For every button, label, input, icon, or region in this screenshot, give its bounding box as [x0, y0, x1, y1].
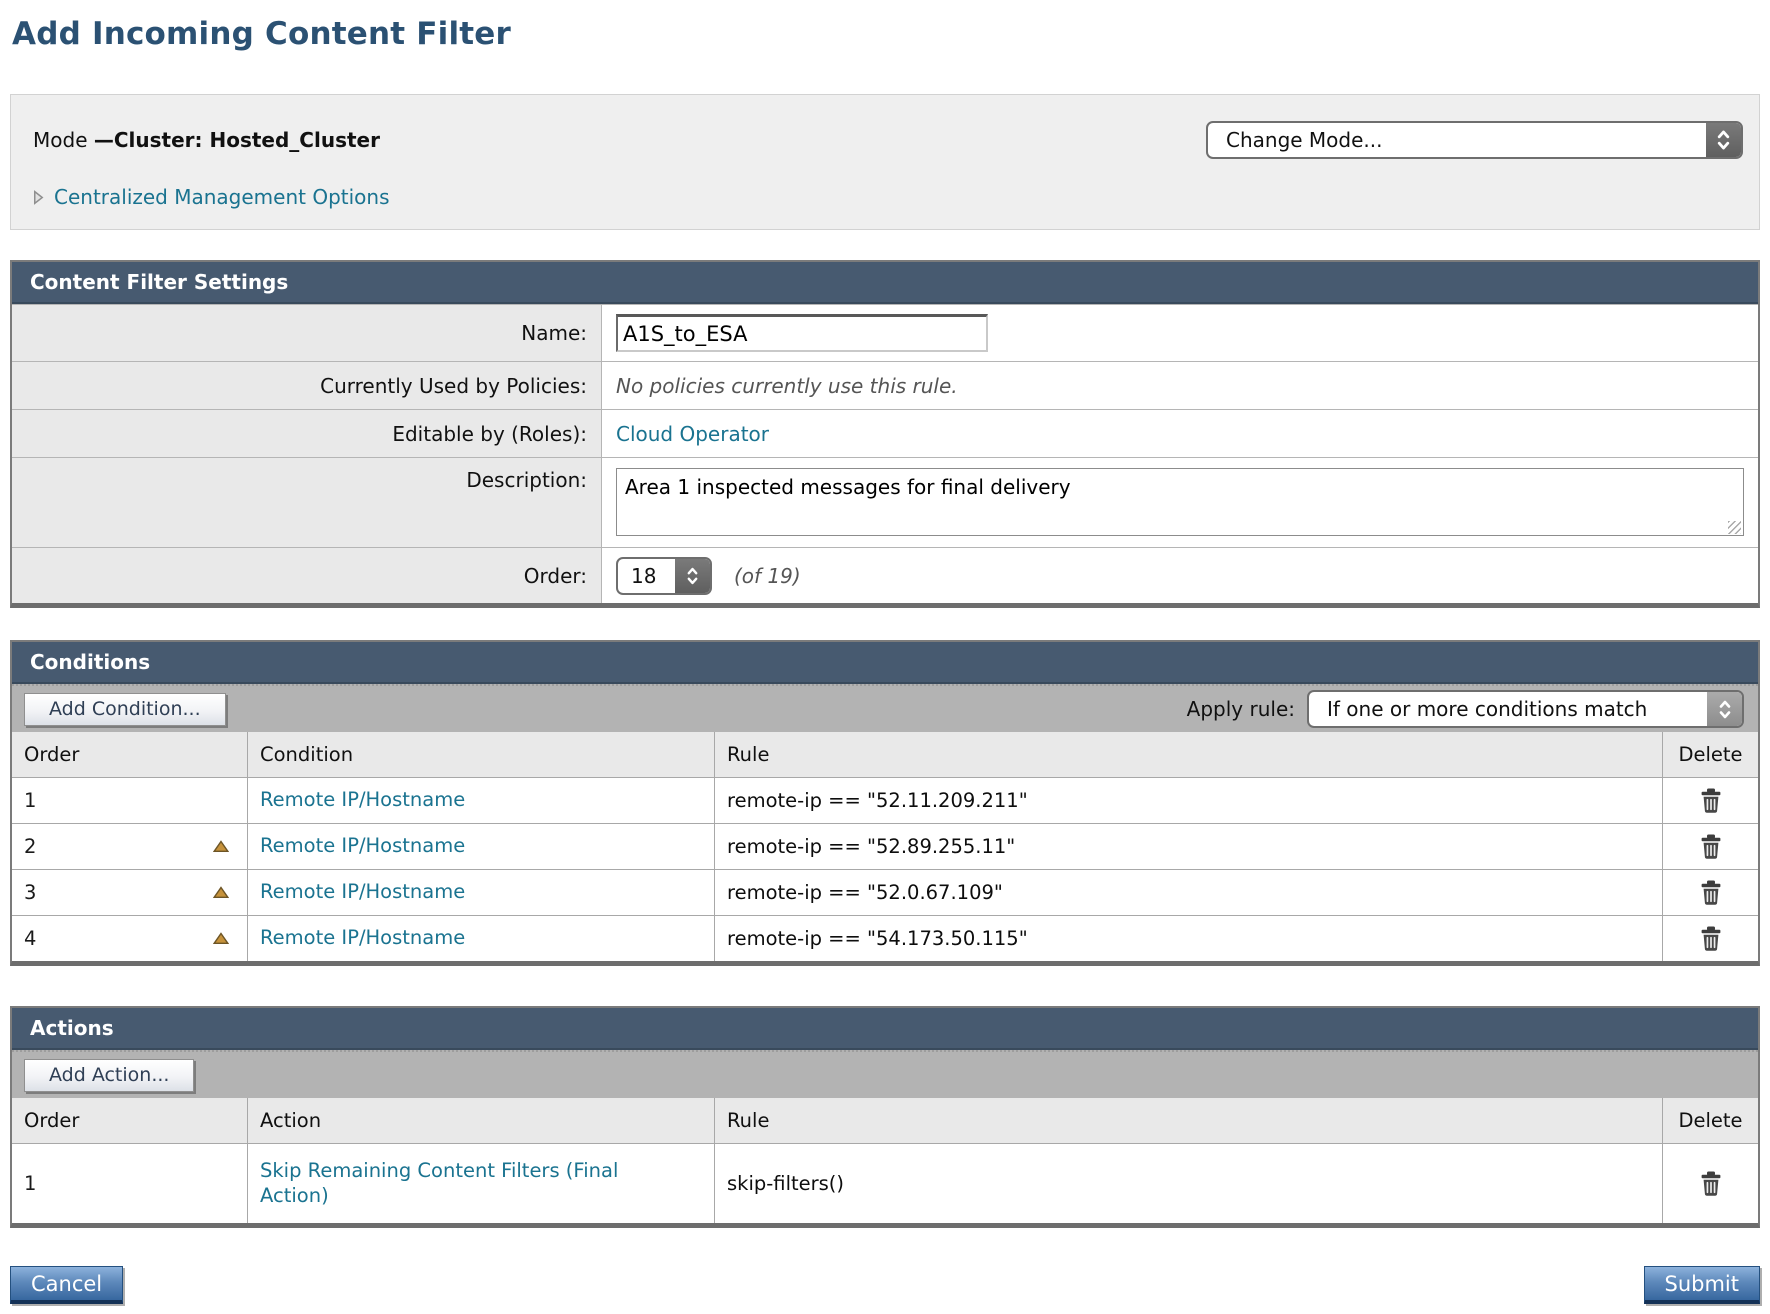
condition-order: 2: [24, 835, 36, 858]
actions-toolbar: Add Action...: [12, 1050, 1758, 1098]
trash-icon[interactable]: [1699, 833, 1723, 860]
mode-text: Mode —Cluster: Hosted_Cluster: [33, 128, 380, 152]
mode-box: Mode —Cluster: Hosted_Cluster Change Mod…: [10, 94, 1760, 230]
editable-label: Editable by (Roles):: [12, 410, 602, 457]
conditions-panel: Conditions Add Condition... Apply rule: …: [10, 640, 1760, 966]
col-order: Order: [12, 1098, 247, 1143]
condition-link[interactable]: Remote IP/Hostname: [260, 834, 465, 858]
trash-icon[interactable]: [1699, 925, 1723, 952]
col-action: Action: [247, 1098, 714, 1143]
condition-rule: remote-ip == "52.0.67.109": [727, 881, 1003, 904]
description-textarea[interactable]: Area 1 inspected messages for final deli…: [616, 468, 1744, 536]
action-row: 1 Skip Remaining Content Filters (Final …: [12, 1143, 1758, 1223]
col-condition: Condition: [247, 732, 714, 777]
condition-rule: remote-ip == "52.11.209.211": [727, 789, 1028, 812]
move-up-icon[interactable]: [213, 840, 229, 853]
policies-value: No policies currently use this rule.: [616, 374, 958, 398]
name-label: Name:: [12, 305, 602, 361]
condition-row: 2 Remote IP/Hostname remote-ip == "52.89…: [12, 823, 1758, 869]
col-delete: Delete: [1662, 732, 1758, 777]
actions-header: Actions: [12, 1008, 1758, 1050]
order-select[interactable]: 18: [616, 557, 712, 595]
footer-bar: Cancel Submit: [10, 1266, 1760, 1304]
select-stepper-icon: [1707, 692, 1742, 726]
conditions-table-header: Order Condition Rule Delete: [12, 732, 1758, 777]
policies-label: Currently Used by Policies:: [12, 362, 602, 409]
actions-panel: Actions Add Action... Order Action Rule …: [10, 1006, 1760, 1228]
action-rule: skip-filters(): [727, 1172, 844, 1195]
apply-rule-select[interactable]: If one or more conditions match: [1307, 690, 1744, 728]
actions-table: Order Action Rule Delete 1 Skip Remainin…: [12, 1098, 1758, 1223]
cloud-operator-link[interactable]: Cloud Operator: [616, 422, 769, 446]
select-stepper-icon: [675, 559, 710, 593]
conditions-table: Order Condition Rule Delete 1 Remote IP/…: [12, 732, 1758, 961]
select-stepper-icon: [1706, 123, 1741, 157]
disclosure-triangle-icon[interactable]: [33, 190, 44, 205]
add-action-button[interactable]: Add Action...: [24, 1059, 194, 1092]
order-of-note: (of 19): [734, 564, 801, 588]
condition-rule: remote-ip == "54.173.50.115": [727, 927, 1028, 950]
condition-link[interactable]: Remote IP/Hostname: [260, 880, 465, 904]
action-link[interactable]: Skip Remaining Content Filters (Final Ac…: [260, 1159, 684, 1208]
page-title: Add Incoming Content Filter: [12, 16, 1760, 52]
change-mode-select[interactable]: Change Mode...: [1206, 121, 1743, 159]
centralized-management-link[interactable]: Centralized Management Options: [54, 185, 390, 209]
move-up-icon[interactable]: [213, 932, 229, 945]
actions-table-header: Order Action Rule Delete: [12, 1098, 1758, 1143]
action-order: 1: [24, 1172, 36, 1195]
cancel-button[interactable]: Cancel: [10, 1266, 123, 1304]
condition-rule: remote-ip == "52.89.255.11": [727, 835, 1015, 858]
add-condition-button[interactable]: Add Condition...: [24, 693, 226, 726]
trash-icon[interactable]: [1699, 787, 1723, 814]
mode-value: —Cluster: Hosted_Cluster: [94, 128, 380, 152]
condition-order: 3: [24, 881, 36, 904]
col-delete: Delete: [1662, 1098, 1758, 1143]
content-filter-settings-panel: Content Filter Settings Name: Currently …: [10, 260, 1760, 608]
conditions-toolbar: Add Condition... Apply rule: If one or m…: [12, 684, 1758, 732]
move-up-icon[interactable]: [213, 886, 229, 899]
col-order: Order: [12, 732, 247, 777]
trash-icon[interactable]: [1699, 879, 1723, 906]
apply-rule-label: Apply rule:: [1187, 697, 1295, 721]
condition-row: 3 Remote IP/Hostname remote-ip == "52.0.…: [12, 869, 1758, 915]
col-rule: Rule: [714, 732, 1662, 777]
col-rule: Rule: [714, 1098, 1662, 1143]
description-label: Description:: [12, 458, 602, 547]
conditions-header: Conditions: [12, 642, 1758, 684]
condition-order: 4: [24, 927, 36, 950]
order-label: Order:: [12, 548, 602, 603]
apply-rule-value: If one or more conditions match: [1309, 692, 1707, 726]
name-input[interactable]: [616, 314, 988, 352]
resize-grip-icon[interactable]: [1728, 521, 1741, 534]
mode-label: Mode: [33, 128, 88, 152]
condition-row: 1 Remote IP/Hostname remote-ip == "52.11…: [12, 777, 1758, 823]
condition-row: 4 Remote IP/Hostname remote-ip == "54.17…: [12, 915, 1758, 961]
condition-order: 1: [24, 789, 36, 812]
settings-header: Content Filter Settings: [12, 262, 1758, 304]
submit-button[interactable]: Submit: [1644, 1266, 1761, 1304]
order-value: 18: [618, 559, 675, 593]
condition-link[interactable]: Remote IP/Hostname: [260, 926, 465, 950]
trash-icon[interactable]: [1699, 1170, 1723, 1197]
change-mode-value: Change Mode...: [1208, 123, 1706, 157]
condition-link[interactable]: Remote IP/Hostname: [260, 788, 465, 812]
